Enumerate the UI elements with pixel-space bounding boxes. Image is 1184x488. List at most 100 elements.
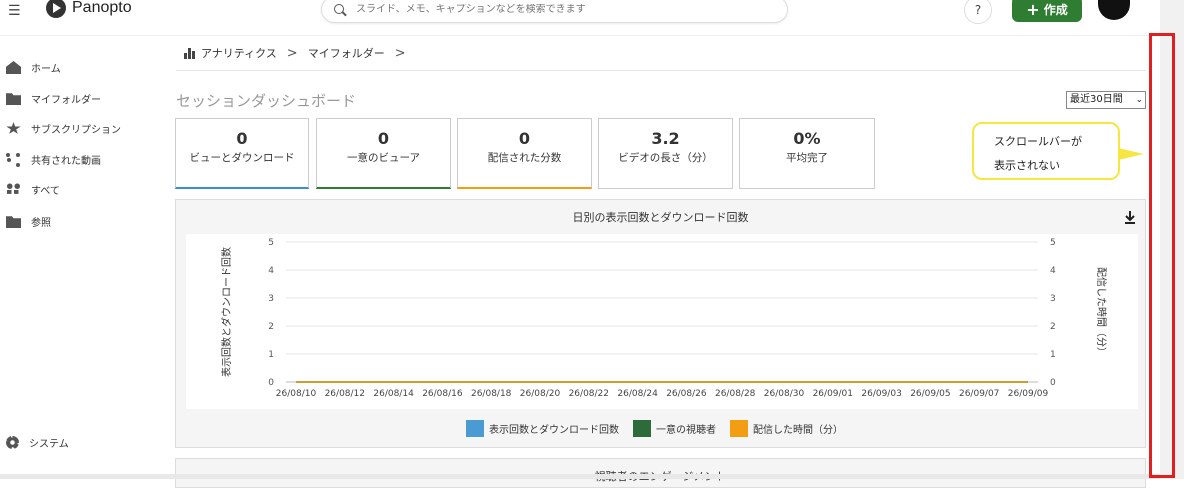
period-select[interactable]: 最近30日間 ⌄ bbox=[1066, 91, 1146, 109]
legend-swatch bbox=[633, 420, 651, 437]
share-icon bbox=[6, 153, 21, 166]
legend-label: 表示回数とダウンロード回数 bbox=[489, 425, 619, 436]
stat-label: 一意のビューア bbox=[346, 152, 421, 164]
sidebar-item-system[interactable]: システム bbox=[6, 435, 69, 450]
annotation-highlight-box bbox=[1149, 33, 1175, 478]
legend-item[interactable]: 配信した時間（分） bbox=[730, 420, 843, 437]
y2-tick-label: 0 bbox=[1050, 378, 1056, 388]
sidebar-item-subscriptions[interactable]: サブスクリプション bbox=[6, 121, 121, 136]
chevron-down-icon: ⌄ bbox=[1135, 95, 1143, 105]
sidebar-item-browse[interactable]: 参照 bbox=[6, 214, 51, 229]
sidebar-item-label: 共有された動画 bbox=[31, 156, 101, 167]
stat-card-avg-completion[interactable]: 0% 平均完了 bbox=[739, 118, 875, 189]
callout-line: 表示されない bbox=[994, 159, 1060, 172]
y2-tick-label: 4 bbox=[1050, 266, 1056, 276]
stat-card-minutes-delivered[interactable]: 0 配信された分数 bbox=[457, 118, 592, 189]
x-tick-label: 26/08/14 bbox=[373, 389, 414, 399]
y-tick-label: 4 bbox=[268, 266, 274, 276]
y2-tick-label: 3 bbox=[1050, 294, 1056, 304]
x-tick-label: 26/08/26 bbox=[666, 389, 707, 399]
y-tick-label: 0 bbox=[268, 378, 274, 388]
legend-swatch bbox=[466, 420, 484, 437]
brand-name: Panopto bbox=[72, 0, 132, 16]
stat-value: 3.2 bbox=[651, 129, 680, 148]
sidebar-item-label: マイフォルダー bbox=[31, 95, 101, 106]
search-input[interactable] bbox=[356, 4, 776, 15]
y2-tick-label: 5 bbox=[1050, 238, 1056, 248]
x-tick-label: 26/08/16 bbox=[422, 389, 463, 399]
sidebar-item-all[interactable]: すべて bbox=[6, 182, 60, 197]
sidebar-item-home[interactable]: ホーム bbox=[6, 60, 61, 75]
search-icon bbox=[334, 3, 346, 16]
sidebar-item-shared[interactable]: 共有された動画 bbox=[6, 152, 101, 167]
stat-label: ビデオの長さ（分） bbox=[618, 152, 713, 164]
x-tick-label: 26/08/20 bbox=[520, 389, 561, 399]
annotation-callout: スクロールバーが 表示されない bbox=[972, 122, 1120, 180]
panopto-logo[interactable]: Panopto bbox=[46, 0, 132, 18]
legend-label: 配信した時間（分） bbox=[753, 425, 843, 436]
x-tick-label: 26/08/12 bbox=[325, 389, 365, 399]
y2-tick-label: 1 bbox=[1050, 350, 1056, 360]
stat-value: 0% bbox=[793, 129, 821, 148]
callout-pointer bbox=[1118, 148, 1144, 160]
line-chart: 0 0 1 1 2 2 3 3 4 4 5 5 26/08/10 26/08/12 26/08/14 26/0… bbox=[220, 238, 1107, 399]
y-tick-label: 3 bbox=[268, 294, 274, 304]
plus-icon: + bbox=[1026, 0, 1040, 19]
sidebar-item-my-folder[interactable]: マイフォルダー bbox=[6, 91, 101, 106]
folder-icon bbox=[6, 93, 21, 105]
x-tick-label: 26/09/03 bbox=[861, 389, 901, 399]
create-button[interactable]: + 作成 bbox=[1012, 0, 1082, 22]
stat-label: ビューとダウンロード bbox=[189, 152, 295, 164]
panopto-logo-icon bbox=[46, 0, 66, 18]
breadcrumb-analytics[interactable]: アナリティクス bbox=[201, 45, 277, 61]
period-select-value: 最近30日間 bbox=[1070, 94, 1123, 105]
sidebar: ホーム マイフォルダー サブスクリプション 共有された動画 すべて 参照 システ… bbox=[0, 36, 160, 479]
callout-line: スクロールバーが bbox=[994, 135, 1082, 148]
stat-card-video-length[interactable]: 3.2 ビデオの長さ（分） bbox=[598, 118, 733, 189]
stat-card-views[interactable]: 0 ビューとダウンロード bbox=[175, 118, 309, 189]
sidebar-item-label: システム bbox=[29, 439, 69, 450]
avatar[interactable] bbox=[1098, 0, 1130, 20]
divider bbox=[176, 70, 1146, 71]
stat-label: 配信された分数 bbox=[487, 152, 562, 164]
x-tick-label: 26/09/07 bbox=[959, 389, 999, 399]
chart-area: 0 0 1 1 2 2 3 3 4 4 5 5 26/08/10 26/08/12 26/08/14 26/0… bbox=[186, 234, 1138, 409]
grid-icon bbox=[6, 183, 21, 196]
legend-item[interactable]: 一意の視聴者 bbox=[633, 420, 716, 437]
legend-label: 一意の視聴者 bbox=[656, 425, 716, 436]
home-icon bbox=[6, 61, 21, 74]
create-label: 作成 bbox=[1043, 2, 1068, 17]
x-tick-label: 26/09/05 bbox=[910, 389, 950, 399]
stat-value: 0 bbox=[236, 129, 248, 148]
engagement-panel: 視聴者のエンゲージメント bbox=[175, 458, 1146, 488]
sidebar-item-label: すべて bbox=[31, 186, 60, 197]
search-box[interactable] bbox=[321, 0, 788, 23]
help-button[interactable]: ? bbox=[964, 0, 992, 24]
y-tick-label: 5 bbox=[268, 238, 274, 248]
chart-title: 日別の表示回数とダウンロード回数 bbox=[572, 211, 749, 224]
bottom-edge bbox=[0, 474, 1160, 479]
breadcrumb-separator: > bbox=[286, 45, 298, 61]
hamburger-icon[interactable]: ☰ bbox=[8, 3, 21, 19]
breadcrumb: アナリティクス > マイフォルダー > bbox=[184, 45, 410, 61]
star-icon bbox=[6, 122, 21, 134]
x-tick-label: 26/09/09 bbox=[1008, 389, 1049, 399]
y-tick-label: 1 bbox=[268, 350, 274, 360]
x-tick-label: 26/09/01 bbox=[813, 389, 853, 399]
gear-icon bbox=[6, 436, 19, 449]
sidebar-item-label: ホーム bbox=[31, 64, 61, 75]
stat-value: 0 bbox=[518, 129, 531, 148]
y2-axis-label: 配信した時間（分） bbox=[1095, 267, 1107, 357]
analytics-icon bbox=[184, 47, 195, 59]
stat-card-unique-viewers[interactable]: 0 一意のビューア bbox=[316, 118, 451, 189]
y-axis-label: 表示回数とダウンロード回数 bbox=[220, 247, 233, 377]
breadcrumb-my-folder[interactable]: マイフォルダー bbox=[308, 45, 385, 61]
breadcrumb-separator: > bbox=[394, 45, 406, 61]
legend-swatch bbox=[730, 420, 748, 437]
page-title: セッションダッシュボード bbox=[176, 92, 357, 110]
x-tick-label: 26/08/24 bbox=[617, 389, 658, 399]
chart-legend: 表示回数とダウンロード回数 一意の視聴者 配信した時間（分） bbox=[466, 420, 843, 437]
legend-item[interactable]: 表示回数とダウンロード回数 bbox=[466, 420, 619, 437]
top-bar: ☰ Panopto ? + 作成 bbox=[0, 0, 1160, 36]
download-icon[interactable] bbox=[1124, 210, 1136, 224]
